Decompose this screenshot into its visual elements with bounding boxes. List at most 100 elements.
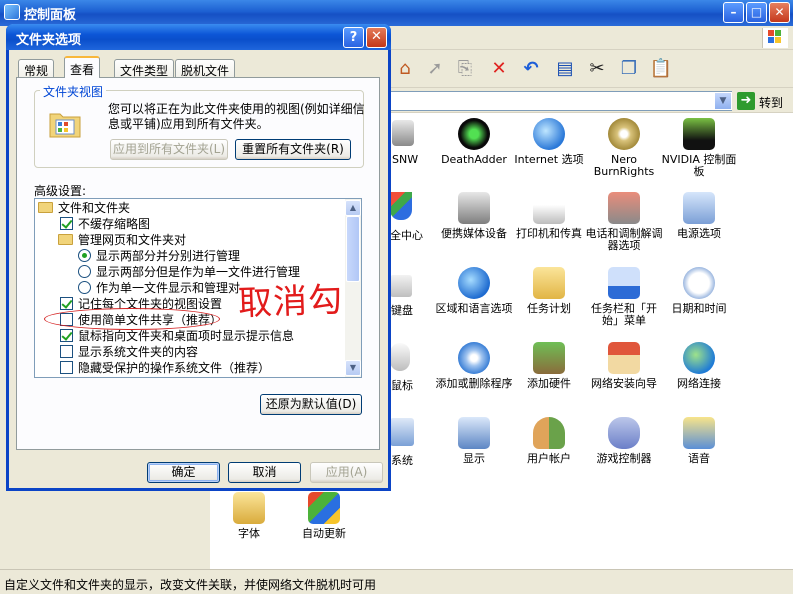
cp-add-remove[interactable]: 添加或删除程序 — [434, 342, 514, 390]
tab-view[interactable]: 查看 — [64, 56, 101, 78]
globe-icon — [458, 267, 490, 299]
option-hide-protected-os-files[interactable]: 隐藏受保护的操作系统文件（推荐） — [60, 360, 270, 376]
windows-update-icon — [308, 492, 340, 524]
checkbox-checked[interactable] — [60, 329, 73, 342]
copy-icon[interactable]: ❐ — [616, 56, 642, 82]
cp-add-hardware[interactable]: 添加硬件 — [509, 342, 589, 390]
paste-icon[interactable]: 📋 — [648, 56, 674, 82]
copy-to-icon[interactable]: ⎘ — [452, 56, 478, 82]
menu-bar — [390, 26, 793, 50]
truncated-label-keyboard[interactable]: 键盘 — [391, 302, 413, 318]
folder-view-icon — [48, 106, 82, 140]
snw-icon[interactable] — [392, 120, 414, 146]
minimize-button[interactable]: – — [723, 2, 744, 23]
scroll-down-icon[interactable]: ▼ — [345, 360, 361, 376]
radio-selected[interactable] — [78, 249, 91, 262]
checkbox-checked[interactable] — [60, 217, 73, 230]
radio-unselected[interactable] — [78, 281, 91, 294]
cp-network-connections[interactable]: 网络连接 — [659, 342, 739, 390]
security-center-icon[interactable] — [390, 192, 412, 220]
cp-power[interactable]: 电源选项 — [659, 192, 739, 240]
checkbox-unchecked[interactable] — [60, 345, 73, 358]
hardware-icon — [533, 342, 565, 374]
cp-automatic-updates[interactable]: 自动更新 — [284, 492, 364, 540]
razer-icon — [458, 118, 490, 150]
go-arrow-icon[interactable]: ➜ — [737, 92, 755, 110]
cp-user-accounts[interactable]: 用户帐户 — [509, 417, 589, 465]
media-device-icon — [458, 192, 490, 224]
cp-regional[interactable]: 区域和语言选项 — [434, 267, 514, 315]
truncated-label-mouse[interactable]: 鼠标 — [391, 377, 413, 393]
help-button[interactable]: ? — [343, 27, 364, 48]
cp-portable-media[interactable]: 便携媒体设备 — [434, 192, 514, 240]
annotation-ellipse — [44, 308, 220, 330]
cp-date-time[interactable]: 日期和时间 — [659, 267, 739, 315]
globe-check-icon — [533, 118, 565, 150]
dialog-title-bar: 文件夹选项 — [6, 24, 391, 50]
icon-view — [390, 113, 793, 569]
option-show-single-file[interactable]: 作为单一文件显示和管理对 — [78, 280, 240, 296]
maximize-button[interactable]: □ — [746, 2, 767, 23]
undo-icon[interactable]: ↶ — [518, 56, 544, 82]
cancel-button[interactable]: 取消 — [228, 462, 301, 483]
cp-nero-burnrights[interactable]: Nero BurnRights — [584, 118, 664, 178]
address-dropdown-icon[interactable]: ▼ — [714, 92, 732, 110]
mouse-icon[interactable] — [390, 343, 410, 371]
tab-offline-files[interactable]: 脱机文件 — [175, 59, 236, 78]
option-show-system-folders[interactable]: 显示系统文件夹的内容 — [60, 344, 198, 360]
close-main-button[interactable]: ✕ — [769, 2, 790, 23]
keyboard-icon[interactable] — [390, 275, 412, 297]
option-show-popup-info[interactable]: 鼠标指向文件夹和桌面项时显示提示信息 — [60, 328, 294, 344]
apply-button[interactable]: 应用(A) — [310, 462, 383, 483]
cp-printers[interactable]: 打印机和传真 — [509, 192, 589, 240]
cp-deathadder[interactable]: DeathAdder — [434, 118, 514, 166]
nvidia-icon — [683, 118, 715, 150]
go-button-label[interactable]: 转到 — [759, 94, 783, 111]
move-to-icon[interactable]: ➚ — [422, 56, 448, 82]
scroll-up-icon[interactable]: ▲ — [345, 200, 361, 216]
cut-icon[interactable]: ✂ — [584, 56, 610, 82]
checkbox-unchecked[interactable] — [60, 361, 73, 374]
network-icon — [683, 342, 715, 374]
cp-taskbar[interactable]: 任务栏和「开始」菜单 — [584, 267, 664, 327]
taskbar-icon — [608, 267, 640, 299]
cp-game-controllers[interactable]: 游戏控制器 — [584, 417, 664, 465]
option-show-both-manage-separately[interactable]: 显示两部分并分别进行管理 — [78, 248, 240, 264]
properties-icon[interactable]: ▤ — [552, 56, 578, 82]
address-input[interactable] — [390, 91, 732, 111]
system-icon[interactable] — [390, 418, 414, 446]
house-icon — [608, 342, 640, 374]
cp-fonts[interactable]: 字体 — [209, 492, 289, 540]
folder-views-label: 文件夹视图 — [40, 83, 107, 100]
checkbox-checked[interactable] — [60, 297, 73, 310]
cp-display[interactable]: 显示 — [434, 417, 514, 465]
restore-defaults-button[interactable]: 还原为默认值(D) — [260, 394, 362, 415]
power-icon — [683, 192, 715, 224]
tab-file-types[interactable]: 文件类型 — [114, 59, 175, 78]
font-folder-icon — [233, 492, 265, 524]
cp-internet-options[interactable]: Internet 选项 — [509, 118, 589, 166]
toolbar: ⌂ ➚ ⎘ ✕ ↶ ▤ ✂ ❐ 📋 — [390, 50, 793, 88]
scroll-thumb[interactable] — [346, 216, 360, 282]
home-icon[interactable]: ⌂ — [392, 56, 418, 82]
ok-button[interactable]: 确定 — [147, 462, 220, 483]
cp-scheduled-tasks[interactable]: 任务计划 — [509, 267, 589, 315]
radio-unselected[interactable] — [78, 265, 91, 278]
reset-all-folders-button[interactable]: 重置所有文件夹(R) — [235, 139, 351, 160]
add-remove-icon — [458, 342, 490, 374]
close-dialog-button[interactable]: ✕ — [366, 27, 387, 48]
cp-nvidia[interactable]: NVIDIA 控制面板 — [659, 118, 739, 178]
apply-to-all-folders-button[interactable]: 应用到所有文件夹(L) — [110, 139, 228, 160]
task-folder-icon — [533, 267, 565, 299]
cp-phone-modem[interactable]: 电话和调制解调器选项 — [584, 192, 664, 252]
truncated-label-system[interactable]: 系统 — [391, 452, 413, 468]
delete-icon[interactable]: ✕ — [486, 56, 512, 82]
truncated-label-snw[interactable]: SNW — [392, 153, 418, 166]
cp-network-setup[interactable]: 网络安装向导 — [584, 342, 664, 390]
gamepad-icon — [608, 417, 640, 449]
truncated-label-security[interactable]: 全中心 — [390, 227, 423, 243]
tab-general[interactable]: 常规 — [18, 59, 55, 78]
cp-speech[interactable]: 语音 — [659, 417, 739, 465]
tree-folder-webpage-pairs: 管理网页和文件夹对 — [58, 232, 186, 248]
option-no-thumbnail-cache[interactable]: 不缓存缩略图 — [60, 216, 150, 232]
